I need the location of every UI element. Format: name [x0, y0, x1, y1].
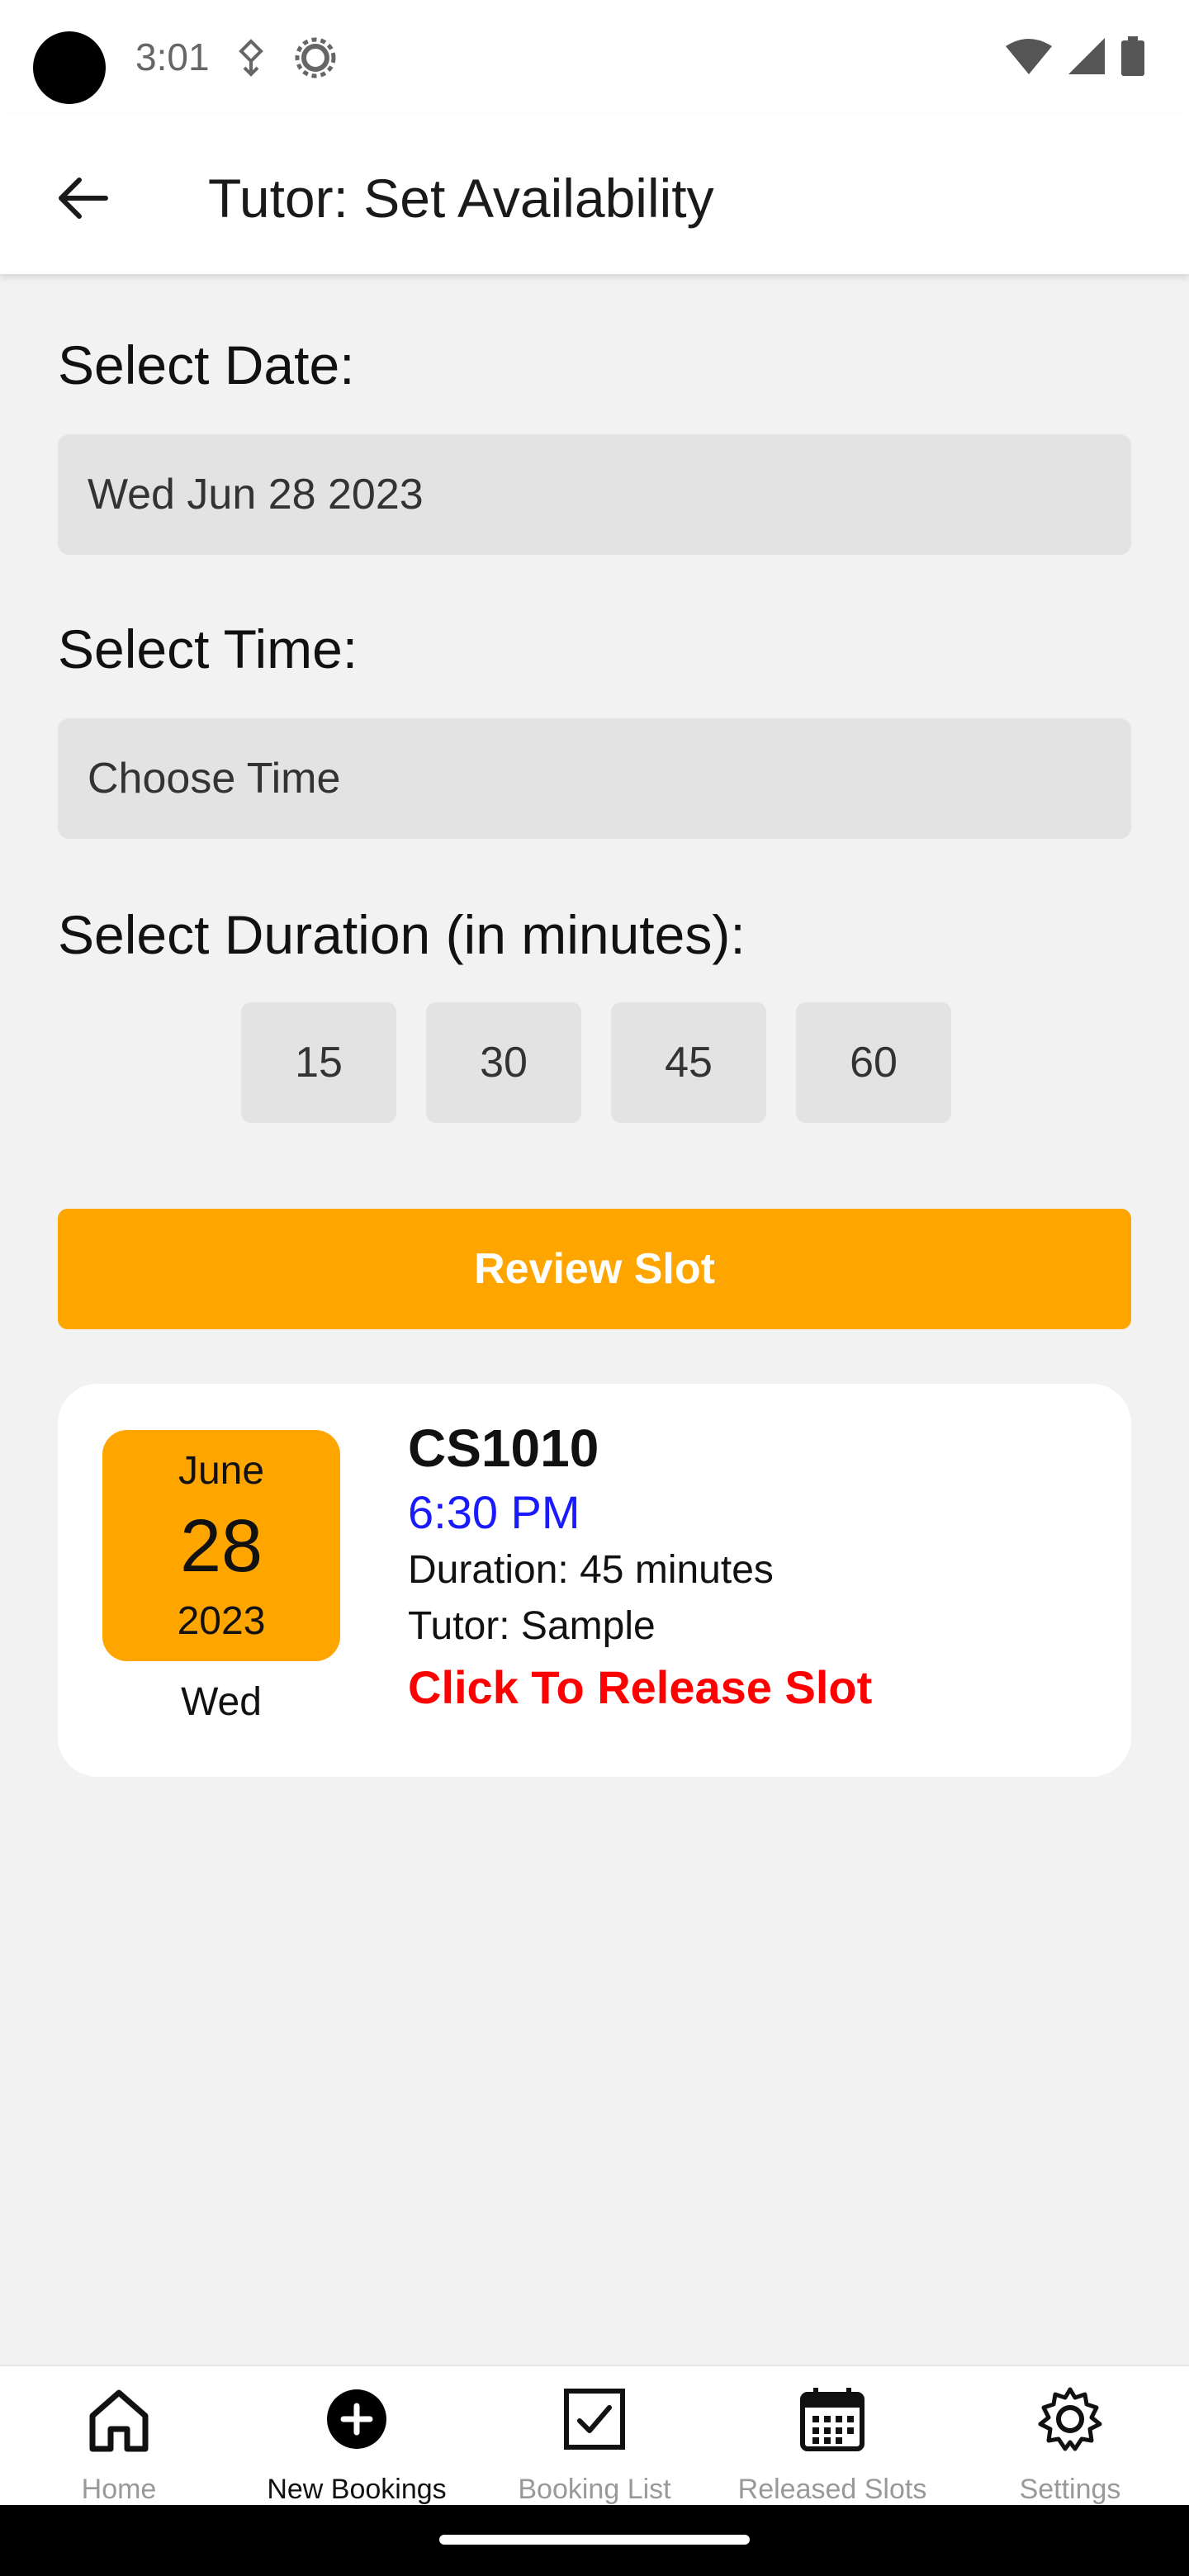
- home-gesture-handle[interactable]: [439, 2535, 750, 2545]
- screen: 3:01 Tutor: Set Availability Select Date…: [0, 0, 1189, 2576]
- settings-status-icon: [294, 36, 337, 83]
- nav-label-booking-list: Booking List: [518, 2474, 671, 2505]
- date-day: 28: [179, 1505, 263, 1588]
- app-bar: Tutor: Set Availability: [0, 116, 1189, 274]
- duration-45-button[interactable]: 45: [611, 1002, 766, 1123]
- slot-time: 6:30 PM: [408, 1486, 580, 1538]
- add-circle-icon: [327, 2389, 386, 2449]
- nav-item-booking-list[interactable]: Booking List: [476, 2366, 713, 2507]
- duration-60-button[interactable]: 60: [796, 1002, 951, 1123]
- duration-30-button[interactable]: 30: [426, 1002, 581, 1123]
- duration-label: Select Duration (in minutes):: [58, 904, 746, 965]
- date-weekday: Wed: [181, 1680, 262, 1724]
- arrow-left-icon: [59, 178, 108, 219]
- checkbox-icon: [564, 2389, 625, 2450]
- slot-card[interactable]: June 28 2023 Wed CS1010 6:30 PM Duration…: [58, 1384, 1131, 1777]
- status-bar: 3:01: [0, 0, 1189, 116]
- status-right-icons: [1006, 36, 1144, 76]
- date-field[interactable]: Wed Jun 28 2023: [58, 434, 1131, 555]
- page-title: Tutor: Set Availability: [208, 168, 714, 229]
- nav-label-released-slots: Released Slots: [737, 2474, 927, 2505]
- nav-item-released-slots[interactable]: Released Slots: [713, 2366, 951, 2507]
- bottom-nav: Home New Bookings Booking List Released …: [0, 2365, 1189, 2505]
- date-month: June: [178, 1449, 265, 1493]
- nav-item-settings[interactable]: Settings: [951, 2366, 1189, 2507]
- status-time: 3:01: [135, 36, 210, 78]
- nav-label-new-bookings: New Bookings: [267, 2474, 447, 2505]
- slot-duration: Duration: 45 minutes: [408, 1548, 774, 1592]
- gear-icon: [1038, 2387, 1102, 2451]
- duration-15-button[interactable]: 15: [241, 1002, 396, 1123]
- time-field[interactable]: Choose Time: [58, 718, 1131, 839]
- time-label: Select Time:: [58, 618, 358, 680]
- back-button[interactable]: [50, 165, 116, 231]
- wifi-icon: [1006, 39, 1052, 74]
- duration-options: 15 30 45 60: [241, 1002, 951, 1123]
- camera-cutout: [33, 31, 106, 104]
- date-label: Select Date:: [58, 334, 355, 395]
- slot-course: CS1010: [408, 1418, 599, 1478]
- release-slot-link[interactable]: Click To Release Slot: [408, 1655, 872, 1721]
- usb-debug-icon: [234, 38, 268, 82]
- home-icon: [89, 2389, 149, 2452]
- signal-icon: [1068, 38, 1105, 74]
- nav-item-new-bookings[interactable]: New Bookings: [238, 2366, 476, 2507]
- date-year: 2023: [177, 1599, 266, 1643]
- date-badge: June 28 2023: [102, 1430, 340, 1661]
- calendar-icon: [800, 2388, 865, 2451]
- slot-tutor: Tutor: Sample: [408, 1604, 656, 1648]
- review-slot-button[interactable]: Review Slot: [58, 1209, 1131, 1329]
- system-navigation-bar: [0, 2505, 1189, 2576]
- nav-label-home: Home: [81, 2474, 157, 2505]
- nav-item-home[interactable]: Home: [0, 2366, 238, 2507]
- nav-label-settings: Settings: [1019, 2474, 1121, 2505]
- battery-icon: [1121, 36, 1144, 76]
- slot-details: CS1010 6:30 PM Duration: 45 minutes Tuto…: [408, 1413, 872, 1721]
